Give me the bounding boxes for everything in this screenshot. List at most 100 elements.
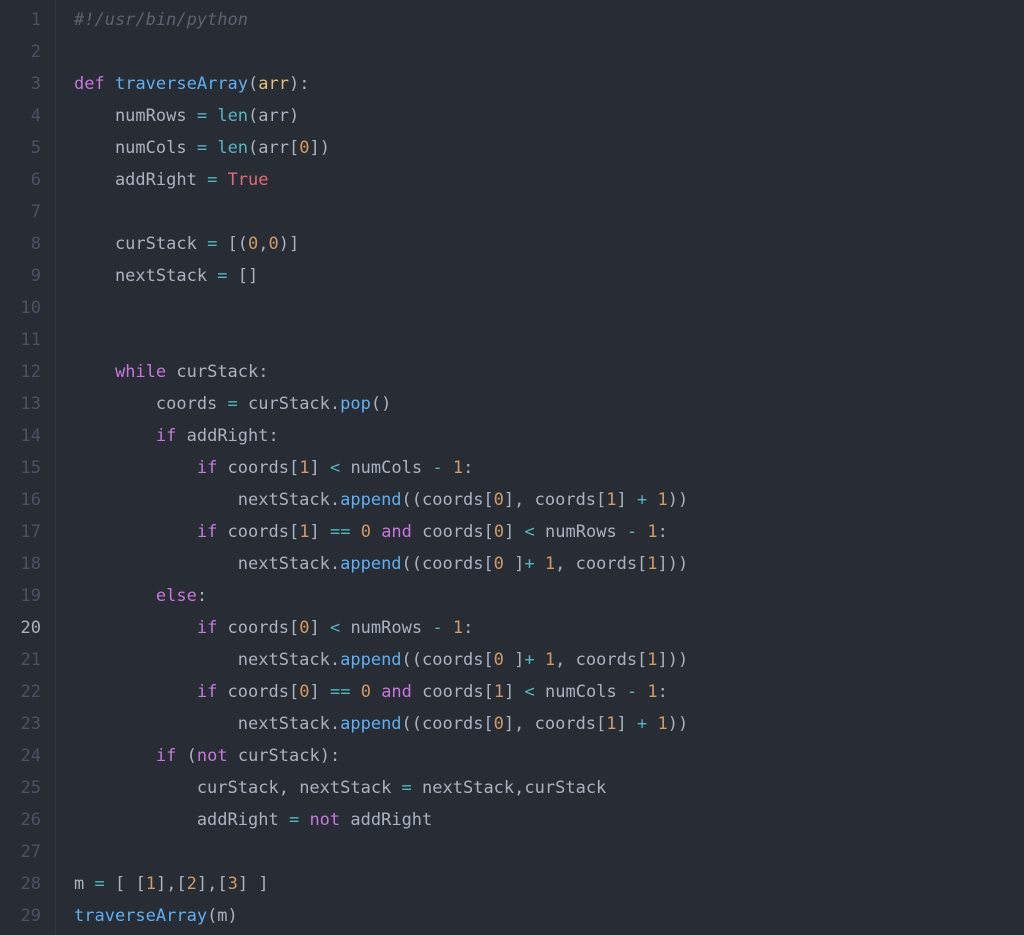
code-line[interactable]: addRight = not addRight bbox=[74, 804, 688, 836]
token-op: < bbox=[525, 522, 535, 542]
code-line[interactable]: if coords[0] == 0 and coords[1] < numCol… bbox=[74, 676, 688, 708]
token-op: = bbox=[207, 170, 217, 190]
token-cn: 0 bbox=[494, 650, 504, 670]
token-id: m bbox=[74, 874, 94, 894]
token-cn: 0 bbox=[269, 234, 279, 254]
line-number: 23 bbox=[8, 708, 41, 740]
token-cn: 0 bbox=[494, 554, 504, 574]
code-line[interactable]: nextStack.append((coords[0 ]+ 1, coords[… bbox=[74, 644, 688, 676]
code-line[interactable]: if coords[1] == 0 and coords[0] < numRow… bbox=[74, 516, 688, 548]
code-line[interactable]: traverseArray(m) bbox=[74, 900, 688, 932]
token-cn: 1 bbox=[647, 682, 657, 702]
token-fn: traverseArray bbox=[74, 906, 207, 926]
token-id: addRight bbox=[176, 426, 268, 446]
code-line[interactable]: curStack, nextStack = nextStack,curStack bbox=[74, 772, 688, 804]
token-pu: , bbox=[514, 778, 524, 798]
token-id bbox=[535, 650, 545, 670]
code-line[interactable]: addRight = True bbox=[74, 164, 688, 196]
token-cn: 1 bbox=[606, 714, 616, 734]
token-pu: : bbox=[658, 522, 668, 542]
token-pu: [( bbox=[228, 234, 248, 254]
token-op: < bbox=[330, 458, 340, 478]
token-pu: (arr[ bbox=[248, 138, 299, 158]
code-line[interactable] bbox=[74, 196, 688, 228]
token-id: nextStack bbox=[74, 554, 330, 574]
token-pu: : bbox=[269, 426, 279, 446]
token-id: addRight bbox=[340, 810, 432, 830]
token-pu: . bbox=[330, 554, 340, 574]
token-cn: 1 bbox=[545, 650, 555, 670]
token-id bbox=[350, 522, 360, 542]
line-number: 29 bbox=[8, 900, 41, 932]
token-fn: append bbox=[340, 714, 401, 734]
line-number: 7 bbox=[8, 196, 41, 228]
code-line[interactable]: nextStack = [] bbox=[74, 260, 688, 292]
token-pu: ] bbox=[309, 682, 329, 702]
token-op: + bbox=[524, 554, 534, 574]
token-id bbox=[535, 554, 545, 574]
code-line[interactable]: #!/usr/bin/python bbox=[74, 4, 688, 36]
code-line[interactable]: while curStack: bbox=[74, 356, 688, 388]
code-line[interactable]: if coords[1] < numCols - 1: bbox=[74, 452, 688, 484]
token-id: addRight bbox=[74, 170, 207, 190]
token-pu: ] bbox=[309, 522, 329, 542]
token-id bbox=[207, 106, 217, 126]
token-id bbox=[105, 874, 115, 894]
code-line[interactable]: if coords[0] < numRows - 1: bbox=[74, 612, 688, 644]
code-line[interactable] bbox=[74, 292, 688, 324]
token-kw: if bbox=[156, 746, 176, 766]
line-number: 28 bbox=[8, 868, 41, 900]
token-id: nextStack bbox=[74, 266, 217, 286]
line-number: 5 bbox=[8, 132, 41, 164]
code-line[interactable]: coords = curStack.pop() bbox=[74, 388, 688, 420]
token-cn: 1 bbox=[453, 618, 463, 638]
code-line[interactable]: numRows = len(arr) bbox=[74, 100, 688, 132]
token-cn: 1 bbox=[658, 490, 668, 510]
token-id: numRows bbox=[535, 522, 627, 542]
code-line[interactable]: if (not curStack): bbox=[74, 740, 688, 772]
code-line[interactable]: numCols = len(arr[0]) bbox=[74, 132, 688, 164]
token-pu: ] bbox=[309, 458, 329, 478]
code-line[interactable]: def traverseArray(arr): bbox=[74, 68, 688, 100]
token-kw: if bbox=[156, 426, 176, 446]
code-line[interactable]: nextStack.append((coords[0], coords[1] +… bbox=[74, 484, 688, 516]
code-line[interactable] bbox=[74, 36, 688, 68]
token-pu: , bbox=[258, 234, 268, 254]
line-number: 24 bbox=[8, 740, 41, 772]
code-line[interactable] bbox=[74, 324, 688, 356]
token-fn: append bbox=[340, 554, 401, 574]
token-op: < bbox=[330, 618, 340, 638]
line-number: 16 bbox=[8, 484, 41, 516]
code-line[interactable]: nextStack.append((coords[0], coords[1] +… bbox=[74, 708, 688, 740]
code-line[interactable]: m = [ [1],[2],[3] ] bbox=[74, 868, 688, 900]
line-number-gutter: 1234567891011121314151617181920212223242… bbox=[0, 0, 56, 935]
code-line[interactable]: curStack = [(0,0)] bbox=[74, 228, 688, 260]
token-cn: 0 bbox=[494, 522, 504, 542]
token-kw: and bbox=[381, 682, 412, 702]
token-id: coords bbox=[217, 458, 289, 478]
code-line[interactable]: nextStack.append((coords[0 ]+ 1, coords[… bbox=[74, 548, 688, 580]
line-number: 8 bbox=[8, 228, 41, 260]
code-line[interactable]: if addRight: bbox=[74, 420, 688, 452]
token-id: curStack bbox=[238, 394, 330, 414]
token-id: nextStack bbox=[412, 778, 514, 798]
line-number: 27 bbox=[8, 836, 41, 868]
line-number: 13 bbox=[8, 388, 41, 420]
token-op: == bbox=[330, 682, 350, 702]
code-area[interactable]: #!/usr/bin/python def traverseArray(arr)… bbox=[56, 0, 688, 935]
token-bi: len bbox=[217, 106, 248, 126]
token-op: = bbox=[217, 266, 227, 286]
token-id bbox=[74, 586, 156, 606]
code-line[interactable]: else: bbox=[74, 580, 688, 612]
token-pu: , coords[ bbox=[555, 650, 647, 670]
token-id: numRows bbox=[340, 618, 432, 638]
token-op: = bbox=[197, 138, 207, 158]
token-id: nextStack bbox=[289, 778, 402, 798]
token-pu: : bbox=[258, 362, 268, 382]
code-editor[interactable]: 1234567891011121314151617181920212223242… bbox=[0, 0, 1024, 935]
token-pu: (m) bbox=[207, 906, 238, 926]
token-pu: ((coords[ bbox=[402, 490, 494, 510]
code-line[interactable] bbox=[74, 836, 688, 868]
token-pu: ((coords[ bbox=[402, 650, 494, 670]
token-op: - bbox=[432, 618, 442, 638]
